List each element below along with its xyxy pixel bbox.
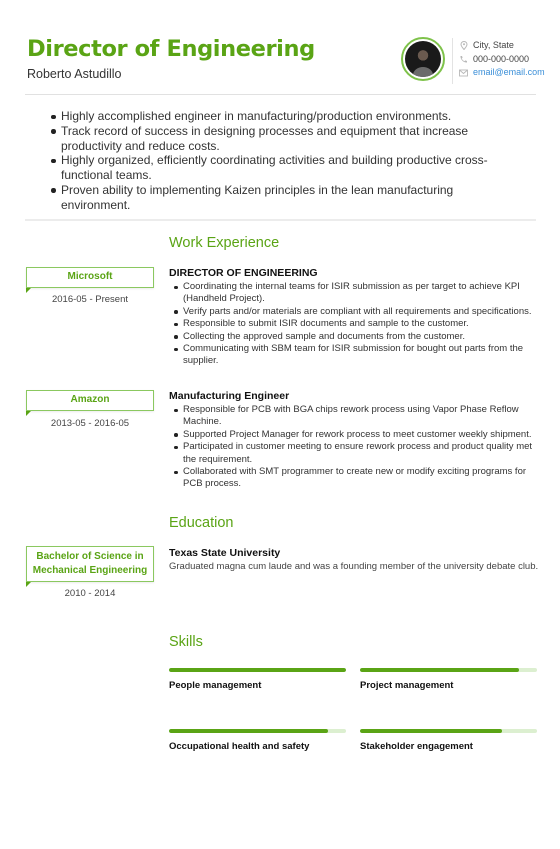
skill-bar <box>360 729 537 733</box>
summary-list: Highly accomplished engineer in manufact… <box>41 109 511 213</box>
skill-label: People management <box>169 680 262 691</box>
email-link[interactable]: email@email.com <box>473 66 545 80</box>
job-title: DIRECTOR OF ENGINEERING <box>169 267 318 279</box>
job-entry: DIRECTOR OF ENGINEERING Coordinating the… <box>169 267 539 368</box>
job-bullet: Collecting the approved sample and docum… <box>169 331 539 343</box>
skills-heading: Skills <box>169 634 203 650</box>
education-dates: 2010 - 2014 <box>64 588 116 599</box>
job-entry: Manufacturing Engineer Responsible for P… <box>169 390 539 491</box>
summary-item: Highly accomplished engineer in manufact… <box>41 109 511 124</box>
summary-item: Highly organized, efficiently coordinati… <box>41 153 511 183</box>
skill-bar <box>360 668 537 672</box>
job-bullets: Coordinating the internal teams for ISIR… <box>169 281 539 368</box>
skill-label: Project management <box>360 680 454 691</box>
phone-icon <box>459 55 468 64</box>
work-experience-heading: Work Experience <box>169 235 280 251</box>
job-title: Manufacturing Engineer <box>169 390 290 402</box>
contact-divider <box>452 38 453 84</box>
skill-label: Occupational health and safety <box>169 741 310 752</box>
skill-bar-fill <box>360 668 520 672</box>
school-name: Texas State University <box>169 547 281 559</box>
job-bullet: Verify parts and/or materials are compli… <box>169 306 539 318</box>
education-heading: Education <box>169 515 234 531</box>
education-description: Graduated magna cum laude and was a foun… <box>169 561 539 572</box>
profile-photo <box>405 41 441 77</box>
header-divider <box>25 94 536 95</box>
person-name: Roberto Astudillo <box>27 67 122 81</box>
job-dates: 2013-05 - 2016-05 <box>50 418 130 429</box>
contact-location: City, State <box>459 39 545 53</box>
avatar <box>401 37 445 81</box>
job-bullet: Responsible for PCB with BGA chips rewor… <box>169 404 539 429</box>
job-bullets: Responsible for PCB with BGA chips rewor… <box>169 404 539 491</box>
skill-label: Stakeholder engagement <box>360 741 473 752</box>
education-entry: Texas State University Graduated magna c… <box>169 547 539 573</box>
skill-bar-fill <box>169 729 329 733</box>
skill-item: Occupational health and safety <box>169 729 346 752</box>
job-bullet: Coordinating the internal teams for ISIR… <box>169 281 539 306</box>
job-dates: 2016-05 - Present <box>51 294 129 305</box>
location-pin-icon <box>459 41 468 51</box>
degree-tag: Bachelor of Science in Mechanical Engine… <box>25 546 154 587</box>
skill-item: Project management <box>360 668 537 691</box>
summary-item: Proven ability to implementing Kaizen pr… <box>41 183 511 213</box>
resume-title: Director of Engineering <box>27 36 315 62</box>
skill-bar <box>169 729 346 733</box>
contact-info: City, State 000-000-0000 email@email.com <box>459 39 545 80</box>
summary-item: Track record of success in designing pro… <box>41 124 511 154</box>
summary-divider <box>25 219 536 221</box>
job-bullet: Responsible to submit ISIR documents and… <box>169 318 539 330</box>
envelope-icon <box>459 68 468 77</box>
skill-item: People management <box>169 668 346 691</box>
skill-bar <box>169 668 346 672</box>
job-bullet: Participated in customer meeting to ensu… <box>169 441 539 466</box>
phone-text: 000-000-0000 <box>473 53 530 64</box>
skill-bar-fill <box>360 729 502 733</box>
skill-bar-fill <box>169 668 346 672</box>
company-tag-amazon: Amazon <box>25 390 154 416</box>
contact-email[interactable]: email@email.com <box>459 66 545 80</box>
job-bullet: Supported Project Manager for rework pro… <box>169 429 539 441</box>
company-tag-microsoft: Microsoft <box>25 267 154 293</box>
job-bullet: Communicating with SBM team for ISIR sub… <box>169 343 539 368</box>
contact-phone: 000-000-0000 <box>459 53 545 67</box>
resume-header: Director of Engineering Roberto Astudill… <box>27 35 315 81</box>
skill-item: Stakeholder engagement <box>360 729 537 752</box>
job-bullet: Collaborated with SMT programmer to crea… <box>169 466 539 491</box>
location-text: City, State <box>473 40 514 50</box>
